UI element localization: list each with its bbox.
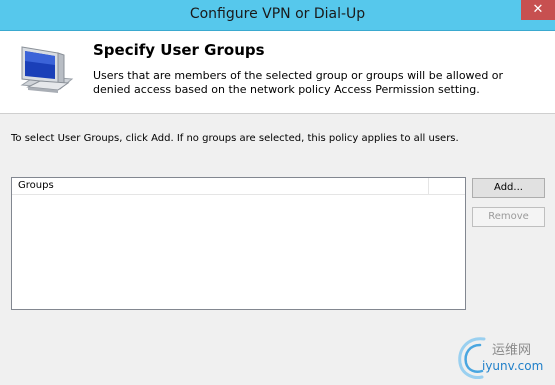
groups-column-label: Groups [18,180,54,191]
add-button[interactable]: Add... [472,178,545,198]
watermark-swirl-icon [458,337,486,379]
window-title: Configure VPN or Dial-Up [189,6,366,22]
close-button[interactable]: ✕ [521,0,555,20]
page-title: Specify User Groups [93,41,265,59]
page-description: Users that are members of the selected g… [93,69,504,96]
watermark-chinese-text: 运维网 [492,343,532,358]
groups-column[interactable]: Groups [12,178,429,194]
watermark-url: iyunv.com [482,359,544,373]
watermark: 运维网 iyunv.com [448,333,555,385]
remove-button[interactable]: Remove [472,207,545,227]
wizard-header: Specify User Groups Users that are membe… [0,31,555,114]
groups-list[interactable]: Groups [11,177,466,310]
dialog-window: Configure VPN or Dial-Up ✕ Specify User … [0,0,555,385]
instruction-text: To select User Groups, click Add. If no … [11,133,459,144]
groups-column-header[interactable]: Groups [12,178,465,195]
monitor-icon [14,43,76,99]
title-bar[interactable]: Configure VPN or Dial-Up ✕ [0,0,555,31]
close-icon: ✕ [532,2,544,17]
